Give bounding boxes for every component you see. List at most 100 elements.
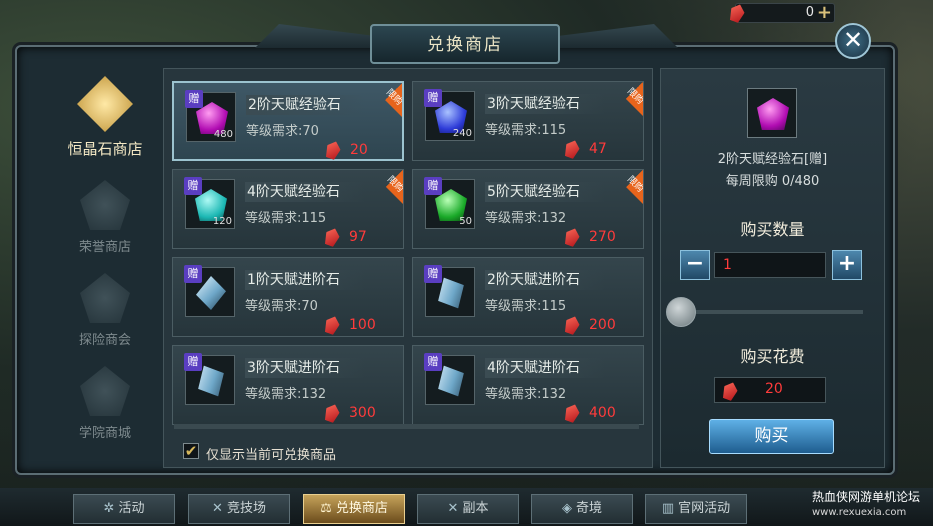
item-level-req: 等级需求:70 <box>246 124 319 139</box>
red-gem-icon <box>562 226 581 248</box>
nav-item-academy-mall[interactable]: 学院商城 <box>50 366 160 446</box>
item-card[interactable]: 赠 4阶天赋进阶石 等级需求:132 400 <box>412 345 644 425</box>
item-quantity: 50 <box>459 216 472 227</box>
item-card[interactable]: 赠 2阶天赋进阶石 等级需求:115 200 <box>412 257 644 337</box>
add-currency-button[interactable]: + <box>817 2 832 23</box>
cost-value: 20 <box>765 381 783 397</box>
red-gem-icon <box>562 314 581 336</box>
item-price: 47 <box>589 141 607 157</box>
crossed-swords-icon: ✕ <box>212 501 223 516</box>
tab-exchange-shop[interactable]: ⚖ 兑换商店 <box>303 494 405 524</box>
tab-label: 官网活动 <box>678 501 731 516</box>
weekly-limit: 每周限购 0/480 <box>725 174 820 189</box>
gift-badge: 赠 <box>184 265 202 283</box>
gift-badge: 赠 <box>184 177 202 195</box>
currency-bar: 0 + <box>735 2 835 23</box>
red-gem-icon <box>322 402 341 424</box>
item-card[interactable]: 赠 3阶天赋进阶石 等级需求:132 300 <box>172 345 404 425</box>
red-gem-icon <box>323 139 342 161</box>
close-button[interactable]: ✕ <box>835 23 871 59</box>
gift-badge: 赠 <box>424 89 442 107</box>
selected-item-slot <box>747 88 797 138</box>
item-level-req: 等级需求:115 <box>485 123 567 138</box>
item-quantity: 120 <box>212 216 232 227</box>
item-card[interactable]: 赠 1阶天赋进阶石 等级需求:70 100 <box>172 257 404 337</box>
limited-tag: 限购 <box>609 170 643 204</box>
pink-stone-icon <box>757 98 789 130</box>
limited-tag: 限购 <box>368 83 402 117</box>
item-level-req: 等级需求:115 <box>245 211 327 226</box>
red-gem-icon <box>562 138 581 160</box>
item-card[interactable]: 赠 480 2阶天赋经验石 等级需求:70 20 限购 <box>172 81 404 161</box>
item-card[interactable]: 赠 50 5阶天赋经验石 等级需求:132 270 限购 <box>412 169 644 249</box>
tab-label: 副本 <box>462 501 489 516</box>
tab-official-events[interactable]: ▥ 官网活动 <box>645 494 747 524</box>
item-level-req: 等级需求:132 <box>485 211 567 226</box>
tab-activity[interactable]: ✲ 活动 <box>73 494 175 524</box>
quantity-slider-track[interactable] <box>680 310 863 314</box>
tab-arena[interactable]: ✕ 竞技场 <box>188 494 290 524</box>
nav-item-adventure-guild[interactable]: 探险商会 <box>50 273 160 353</box>
tab-label: 竞技场 <box>226 501 266 516</box>
gift-badge: 赠 <box>185 90 203 108</box>
item-name: 4阶天赋经验石 <box>245 182 365 202</box>
item-level-req: 等级需求:132 <box>485 387 567 402</box>
item-name: 1阶天赋进阶石 <box>245 270 365 290</box>
crystal-emblem-icon <box>77 76 133 132</box>
item-price: 100 <box>349 317 376 333</box>
buy-button[interactable]: 购买 <box>709 419 834 454</box>
book-icon: ▥ <box>661 501 675 516</box>
item-price: 400 <box>589 405 616 421</box>
filter-checkbox[interactable]: ✔ <box>183 443 199 459</box>
dragon-emblem-icon <box>80 180 130 230</box>
scales-icon: ⚖ <box>320 501 332 516</box>
quantity-label: 购买数量 <box>740 220 805 239</box>
crossed-swords-icon: ✕ <box>447 501 459 516</box>
item-quantity: 240 <box>452 128 472 139</box>
item-name: 5阶天赋经验石 <box>485 182 605 202</box>
selected-item-name: 2阶天赋经验石[赠] <box>717 152 828 167</box>
item-name: 2阶天赋进阶石 <box>485 270 605 290</box>
item-price: 300 <box>349 405 376 421</box>
tab-dungeon[interactable]: ✕ 副本 <box>417 494 519 524</box>
item-name: 3阶天赋进阶石 <box>245 358 365 378</box>
item-price: 97 <box>349 229 367 245</box>
item-price: 20 <box>350 142 368 158</box>
red-gem-icon <box>562 402 581 424</box>
nav-item-honor-shop[interactable]: 荣誉商店 <box>50 180 160 260</box>
item-card[interactable]: 赠 240 3阶天赋经验石 等级需求:115 47 限购 <box>412 81 644 161</box>
currency-value: 0 <box>805 5 814 20</box>
shop-category-nav: 恒晶石商店 荣誉商店 探险商会 学院商城 <box>50 68 160 468</box>
item-grid: 赠 480 2阶天赋经验石 等级需求:70 20 限购 赠 240 3阶天赋经验… <box>163 68 653 468</box>
gift-badge: 赠 <box>424 177 442 195</box>
limited-tag: 限购 <box>369 170 403 204</box>
item-price: 270 <box>589 229 616 245</box>
decrease-quantity-button[interactable]: − <box>680 250 710 280</box>
cost-display: 20 <box>714 377 826 403</box>
item-level-req: 等级需求:70 <box>245 299 318 314</box>
item-level-req: 等级需求:115 <box>485 299 567 314</box>
gift-badge: 赠 <box>424 265 442 283</box>
item-name: 3阶天赋经验石 <box>485 94 605 114</box>
nav-item-crystal-shop[interactable]: 恒晶石商店 <box>50 76 160 158</box>
nav-label: 恒晶石商店 <box>67 140 143 158</box>
item-name: 2阶天赋经验石 <box>246 95 366 115</box>
quantity-slider-knob[interactable] <box>666 297 696 327</box>
item-name: 4阶天赋进阶石 <box>485 358 605 378</box>
tab-wonderland[interactable]: ◈ 奇境 <box>531 494 633 524</box>
tab-label: 活动 <box>118 501 145 516</box>
item-card[interactable]: 赠 120 4阶天赋经验石 等级需求:115 97 限购 <box>172 169 404 249</box>
limited-tag: 限购 <box>609 82 643 116</box>
nav-label: 学院商城 <box>78 426 131 441</box>
book-emblem-icon <box>80 366 130 416</box>
next-row-peek <box>174 424 639 429</box>
item-quantity: 480 <box>213 129 233 140</box>
gift-badge: 赠 <box>424 353 442 371</box>
watermark-text: 热血侠网游单机论坛 <box>812 490 921 504</box>
increase-quantity-button[interactable]: + <box>832 250 862 280</box>
item-price: 200 <box>589 317 616 333</box>
quantity-input[interactable]: 1 <box>714 252 826 278</box>
tab-label: 兑换商店 <box>335 501 388 516</box>
diamond-icon: ◈ <box>561 501 572 516</box>
red-gem-icon <box>720 380 739 402</box>
